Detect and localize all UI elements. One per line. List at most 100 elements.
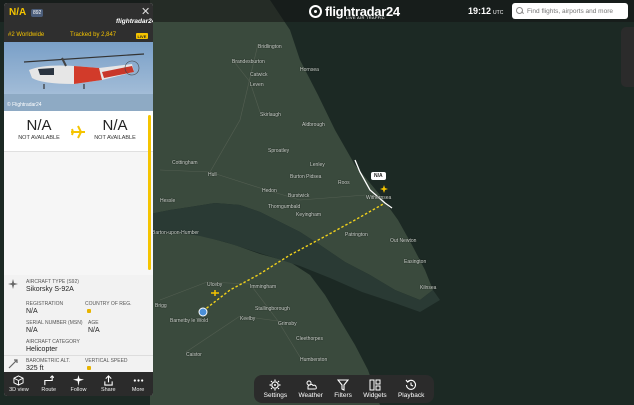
gear-icon — [269, 379, 281, 391]
map-place-label: Brigg — [155, 303, 167, 309]
playback-label: Playback — [397, 392, 425, 399]
map-place-label: Skirlaugh — [260, 112, 281, 118]
more-button[interactable]: More — [123, 372, 153, 396]
map-place-label: Barnetby le Wold — [170, 318, 208, 324]
map-place-label: Leven — [250, 82, 264, 88]
weather-label: Weather — [298, 392, 323, 399]
search-icon — [516, 7, 524, 15]
map-place-label: Kilnsea — [420, 285, 437, 291]
logo-ring-icon — [309, 5, 322, 18]
aircraft-photo[interactable]: © Flightradar24 — [4, 42, 153, 111]
right-edge-panel[interactable] — [621, 27, 634, 87]
map-place-label: Hull — [208, 172, 217, 178]
aircraft-marker-icon[interactable] — [380, 185, 388, 193]
search-box[interactable] — [512, 3, 628, 19]
aircraft-type-label: AIRCRAFT TYPE (S92) — [26, 279, 79, 285]
map-place-label: Keelby — [240, 316, 256, 322]
widgets-icon — [369, 379, 381, 391]
flight-tag[interactable]: N/A — [371, 172, 386, 180]
map-place-label: Thorngumbald — [268, 204, 301, 210]
aircraft-icon — [8, 279, 18, 289]
panel-empty-area — [4, 152, 153, 276]
3d-view-button[interactable]: 3D view — [4, 372, 34, 396]
category-label: AIRCRAFT CATEGORY — [26, 339, 80, 345]
3d-view-label: 3D view — [9, 387, 29, 393]
live-badge: LIVE — [136, 33, 148, 39]
settings-label: Settings — [263, 392, 288, 399]
divider — [4, 355, 153, 356]
scrollbar[interactable] — [148, 115, 151, 270]
registration-label: REGISTRATION — [26, 301, 64, 307]
weather-button[interactable]: Weather — [298, 379, 323, 399]
map-place-label: Lenley — [310, 162, 325, 168]
map-place-label: Catwick — [250, 72, 268, 78]
baro-label: BAROMETRIC ALT. — [26, 358, 71, 364]
clock-zone: UTC — [493, 10, 504, 16]
age-label: AGE — [88, 320, 99, 326]
map-place-label: Easington — [404, 259, 427, 265]
destination-code: N/A — [102, 117, 128, 134]
flight-panel: N/A 892 ✕ flightradar24 #2 Worldwide Tra… — [4, 3, 153, 396]
map-place-label: Patrington — [345, 232, 368, 238]
share-button[interactable]: Share — [93, 372, 123, 396]
follow-icon — [72, 375, 84, 386]
map-place-label: Stallingborough — [255, 306, 290, 312]
age-value: N/A — [88, 327, 100, 334]
baro-value: 325 ft — [26, 365, 44, 372]
filters-label: Filters — [334, 392, 352, 399]
callsign: N/A — [9, 7, 27, 18]
share-label: Share — [100, 387, 116, 393]
lock-icon — [87, 366, 91, 370]
map-place-label: Out Newton — [390, 238, 417, 244]
close-icon[interactable]: ✕ — [141, 5, 150, 18]
filters-button[interactable]: Filters — [334, 379, 352, 399]
serial-label: SERIAL NUMBER (MSN) — [26, 320, 83, 326]
helicopter-marker-icon[interactable] — [210, 288, 220, 298]
origin-status: NOT AVAILABLE — [18, 135, 60, 141]
filter-icon — [337, 379, 350, 391]
aircraft-info: AIRCRAFT TYPE (S92) Sikorsky S-92A REGIS… — [4, 275, 153, 374]
logo-subtitle: LIVE AIR TRAFFIC — [346, 15, 385, 20]
country-label: COUNTRY OF REG. — [85, 301, 132, 307]
search-input[interactable] — [527, 7, 623, 15]
follow-button[interactable]: Follow — [64, 372, 94, 396]
map-place-label: Humberston — [300, 357, 328, 363]
screen: Bridlington Brandesburton Catwick Hornsea Le… — [0, 0, 634, 405]
utc-clock: 19:12 UTC — [468, 6, 503, 16]
map-place-label: Immingham — [250, 284, 277, 290]
origin-code: N/A — [26, 117, 52, 134]
map-place-label: Burstwick — [288, 193, 310, 199]
clock-time: 19:12 — [468, 6, 492, 16]
destination[interactable]: N/A NOT AVAILABLE — [82, 117, 148, 141]
map-place-label: Aldbrough — [302, 122, 325, 128]
map-place-label: Burton Pidsea — [290, 174, 322, 180]
map-place-label: Cottingham — [172, 160, 198, 166]
widgets-button[interactable]: Widgets — [363, 379, 387, 399]
map-place-label: Cleethorpes — [296, 336, 323, 342]
route-button[interactable]: Route — [34, 372, 64, 396]
callsign-badge: 892 — [31, 9, 44, 17]
route-summary: N/A NOT AVAILABLE N/A NOT AVAILABLE — [4, 111, 153, 152]
share-icon — [104, 375, 113, 386]
altitude-icon — [8, 359, 18, 369]
photo-credit: © Flightradar24 — [7, 102, 42, 108]
route-label: Route — [41, 387, 57, 393]
tracked-count: Tracked by 2,847 — [70, 32, 117, 38]
cube-icon — [13, 375, 24, 386]
registration-value: N/A — [26, 308, 38, 315]
map-place-label: Hessle — [160, 198, 176, 204]
route-icon — [44, 375, 55, 386]
category-value: Helicopter — [26, 346, 58, 353]
origin[interactable]: N/A NOT AVAILABLE — [6, 117, 72, 141]
map-place-label: Barton-upon-Humber — [152, 230, 199, 236]
settings-button[interactable]: Settings — [263, 379, 288, 399]
more-label: More — [131, 387, 145, 393]
map-place-label: Keyingham — [296, 212, 322, 218]
more-icon — [133, 379, 143, 382]
lock-icon — [87, 309, 91, 313]
map-toolbar: Settings Weather Filters Widgets Playbac… — [254, 375, 434, 403]
map-place-label: Hornsea — [300, 67, 319, 73]
playback-button[interactable]: Playback — [398, 379, 424, 399]
destination-status: NOT AVAILABLE — [94, 135, 136, 141]
vspeed-label: VERTICAL SPEED — [85, 358, 128, 364]
